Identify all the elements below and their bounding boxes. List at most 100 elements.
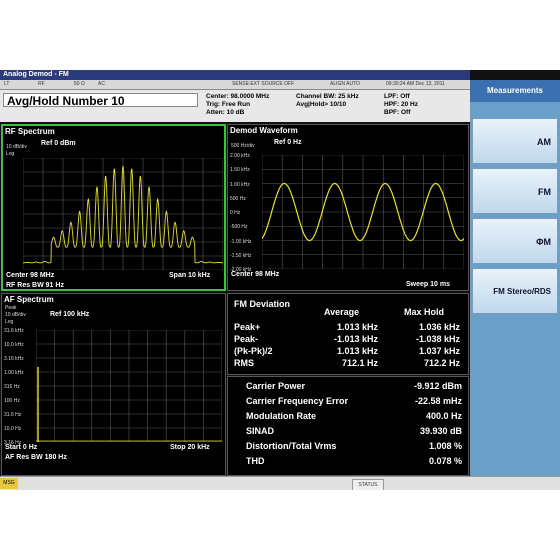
title-bar: Analog Demod - FM xyxy=(0,70,470,80)
fm-deviation-max: 1.037 kHz xyxy=(418,346,460,356)
demod-scale: 500 Hz/div xyxy=(231,143,255,149)
rf-log: Log xyxy=(6,151,15,157)
strip-rf: RF xyxy=(38,81,45,87)
af-y-tick: 316 Hz xyxy=(4,384,20,390)
measurement-value: 39.930 dB xyxy=(419,426,462,436)
demod-y-tick: 500 Hz xyxy=(230,195,246,202)
fm-col-average: Average xyxy=(324,307,360,317)
af-y-tick: 31.6 kHz xyxy=(4,328,24,334)
avg-hold-display: Avg/Hold Number 10 xyxy=(3,93,198,108)
measurement-value: 1.008 % xyxy=(428,441,462,451)
af-y-tick: 31.6 Hz xyxy=(4,412,22,418)
af-spectrum-plot xyxy=(36,330,222,442)
af-y-tick: 10.0 Hz xyxy=(4,426,22,432)
rf-center: Center 98 MHz xyxy=(6,272,55,279)
measurement-label: Carrier Power xyxy=(246,381,306,391)
af-title: AF Spectrum xyxy=(4,295,54,304)
lpf: LPF: Off xyxy=(384,93,410,100)
demod-y-tick: 1.50 kHz xyxy=(230,167,250,174)
fm-deviation-avg: 1.013 kHz xyxy=(336,322,378,332)
strip-datetime: 09:30:24 AM Dec 13, 2011 xyxy=(386,81,445,87)
fm-deviation-max: 712.2 Hz xyxy=(423,358,460,368)
fm-deviation-avg: 1.013 kHz xyxy=(336,346,378,356)
fm-col-maxhold: Max Hold xyxy=(404,307,445,317)
demod-y-tick: 1.00 kHz xyxy=(230,181,250,188)
strip-align: ALIGN AUTO xyxy=(330,81,360,87)
af-y-tick: 1.00 kHz xyxy=(4,370,24,376)
strip-sense: SENSE:EXT SOURCE OFF xyxy=(232,81,295,87)
info-bar: Avg/Hold Number 10 Center: 98.0000 MHz T… xyxy=(0,90,470,122)
af-log: Log xyxy=(5,319,14,325)
attenuation: Atten: 10 dB xyxy=(206,109,245,116)
message-indicator[interactable]: MSG xyxy=(0,478,18,489)
demod-center: Center 98 MHz xyxy=(231,271,280,278)
fm-deviation-label: Peak- xyxy=(234,334,259,344)
fm-deviation-avg: -1.013 kHz xyxy=(333,334,378,344)
status-button[interactable]: STATUS xyxy=(352,479,384,490)
measurement-value: 400.0 Hz xyxy=(425,411,462,421)
fm-deviation-avg: 712.1 Hz xyxy=(341,358,378,368)
af-scale: 10 dB/div xyxy=(5,312,26,318)
avg-hold-count: Avg|Hold> 10/10 xyxy=(296,101,347,108)
center-freq: Center: 98.0000 MHz xyxy=(206,93,270,100)
measurement-label: THD xyxy=(246,456,265,466)
fm-deviation-label: RMS xyxy=(234,358,254,368)
demod-y-tick: -1.50 kHz xyxy=(230,252,252,259)
fm-deviation-label: Peak+ xyxy=(234,322,261,332)
channel-bw: Channel BW: 25 kHz xyxy=(296,93,359,100)
softkey-fm[interactable]: FM xyxy=(472,168,558,214)
demod-y-tick: -500 Hz xyxy=(230,224,248,231)
app-title: Analog Demod - FM xyxy=(3,71,69,78)
analyzer-screen: Analog Demod - FM LT RF 50 Ω AC SENSE:EX… xyxy=(0,70,560,490)
demod-waveform-plot xyxy=(262,155,464,269)
measurement-value: -9.912 dBm xyxy=(413,381,462,391)
af-y-tick: 3.16 kHz xyxy=(4,356,24,362)
af-stop: Stop 20 kHz xyxy=(170,444,210,451)
rf-spectrum-panel[interactable]: RF Spectrum 10 dB/div Log Ref 0 dBm Cent… xyxy=(1,124,226,291)
rf-spectrum-title: RF Spectrum xyxy=(5,127,55,136)
trigger: Trig: Free Run xyxy=(206,101,251,108)
fm-deviation-label: (Pk-Pk)/2 xyxy=(234,346,273,356)
strip-impedance: 50 Ω xyxy=(74,81,85,87)
rf-res-bw: RF Res BW 91 Hz xyxy=(6,282,64,289)
softkey-am[interactable]: AM xyxy=(472,118,558,164)
bottom-status-bar: MSG STATUS xyxy=(0,476,560,490)
fm-deviation-title: FM Deviation xyxy=(234,299,291,309)
demod-y-tick: 0 Hz xyxy=(230,210,241,216)
fm-deviation-panel: FM Deviation Average Max Hold Peak+ 1.013… xyxy=(227,293,469,375)
status-strip: LT RF 50 Ω AC SENSE:EXT SOURCE OFF ALIGN… xyxy=(0,80,470,90)
af-peak: Peak xyxy=(5,305,17,311)
softkey-fm-stereo-rds[interactable]: FM Stereo/RDS xyxy=(472,268,558,314)
measurement-label: SINAD xyxy=(246,426,275,436)
demod-sweep: Sweep 10 ms xyxy=(406,281,450,288)
af-ref: Ref 100 kHz xyxy=(50,311,90,318)
demod-y-tick: 2.00 kHz xyxy=(230,153,250,159)
rf-ref-level: Ref 0 dBm xyxy=(41,140,76,147)
rf-spectrum-plot xyxy=(23,158,223,270)
strip-lt: LT xyxy=(4,81,10,87)
af-start: Start 0 Hz xyxy=(5,444,38,451)
fm-deviation-max: 1.036 kHz xyxy=(418,322,460,332)
hpf: HPF: 20 Hz xyxy=(384,101,418,108)
softkey-menu: Measurements AM FM ΦM FM Stereo/RDS xyxy=(470,80,560,480)
demod-ref: Ref 0 Hz xyxy=(274,139,302,146)
af-y-tick: 100 Hz xyxy=(4,398,20,404)
measurement-value: 0.078 % xyxy=(428,456,462,466)
demod-title: Demod Waveform xyxy=(230,126,298,135)
demod-waveform-panel[interactable]: Demod Waveform 500 Hz/div Ref 0 Hz 2.00 … xyxy=(227,124,469,291)
measurement-results-panel: Carrier Power -9.912 dBm Carrier Frequency… xyxy=(227,376,469,476)
af-res-bw: AF Res BW 180 Hz xyxy=(5,454,67,461)
af-spectrum-panel[interactable]: AF Spectrum Peak 10 dB/div Log Ref 100 k… xyxy=(1,293,226,476)
softkey-menu-title: Measurements xyxy=(470,80,560,102)
measurement-label: Modulation Rate xyxy=(246,411,316,421)
rf-span: Span 10 kHz xyxy=(169,272,211,279)
rf-scale: 10 dB/div xyxy=(6,144,27,150)
softkey-pm[interactable]: ΦM xyxy=(472,218,558,264)
measurement-label: Distortion/Total Vrms xyxy=(246,441,337,451)
fm-deviation-max: -1.038 kHz xyxy=(415,334,460,344)
measurement-value: -22.58 mHz xyxy=(414,396,462,406)
measurement-label: Carrier Frequency Error xyxy=(246,396,349,406)
bpf: BPF: Off xyxy=(384,109,411,116)
af-y-tick: 10.0 kHz xyxy=(4,342,24,348)
strip-coupling: AC xyxy=(98,81,105,87)
